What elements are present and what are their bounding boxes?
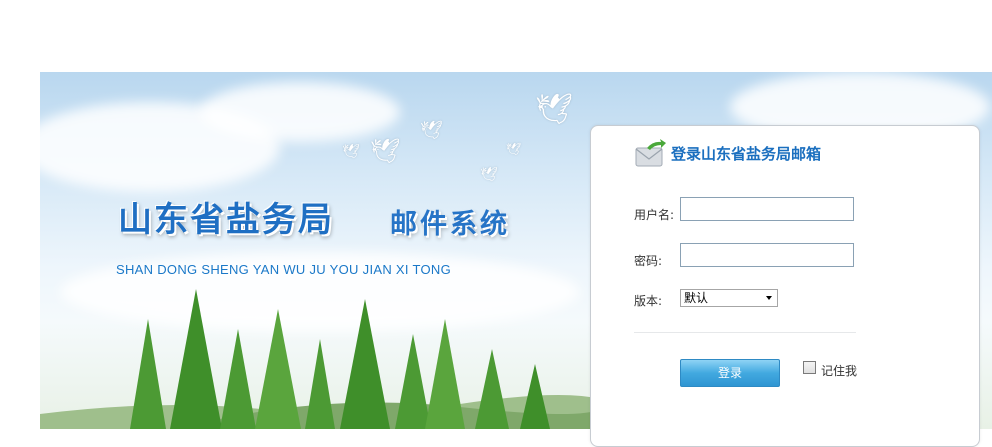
dove-icon: 🕊 bbox=[420, 120, 443, 141]
login-button[interactable]: 登录 bbox=[680, 359, 780, 387]
mail-icon bbox=[635, 139, 666, 167]
login-panel: 登录山东省盐务局邮箱 用户名: 密码: 版本: 默认 登录 记住我 bbox=[590, 125, 980, 447]
dove-icon: 🕊 bbox=[370, 137, 401, 165]
remember-checkbox[interactable] bbox=[803, 361, 816, 374]
dove-icon: 🕊 bbox=[535, 92, 574, 127]
banner-title-cn-suffix: 邮件系统 bbox=[390, 209, 510, 240]
version-select[interactable]: 默认 bbox=[680, 289, 778, 307]
login-header: 登录山东省盐务局邮箱 bbox=[635, 139, 821, 167]
dove-icon: 🕊 bbox=[480, 167, 498, 183]
chevron-down-icon bbox=[766, 296, 772, 300]
dove-icon: 🕊 bbox=[506, 142, 522, 156]
version-label: 版本: bbox=[634, 294, 663, 308]
banner-title-en: SHAN DONG SHENG YAN WU JU YOU JIAN XI TO… bbox=[116, 262, 452, 277]
username-label: 用户名: bbox=[634, 208, 675, 222]
password-label: 密码: bbox=[634, 254, 663, 268]
dove-icon: 🕊 bbox=[342, 144, 360, 160]
remember-label: 记住我 bbox=[821, 364, 858, 378]
username-input[interactable] bbox=[680, 197, 854, 221]
trees-illustration bbox=[130, 289, 550, 429]
divider bbox=[634, 332, 856, 333]
banner-title-cn: 山东省盐务局 bbox=[118, 200, 334, 240]
login-title: 登录山东省盐务局邮箱 bbox=[671, 144, 822, 163]
version-select-value: 默认 bbox=[684, 291, 709, 305]
password-input[interactable] bbox=[680, 243, 854, 267]
cloud-decoration bbox=[200, 82, 400, 142]
